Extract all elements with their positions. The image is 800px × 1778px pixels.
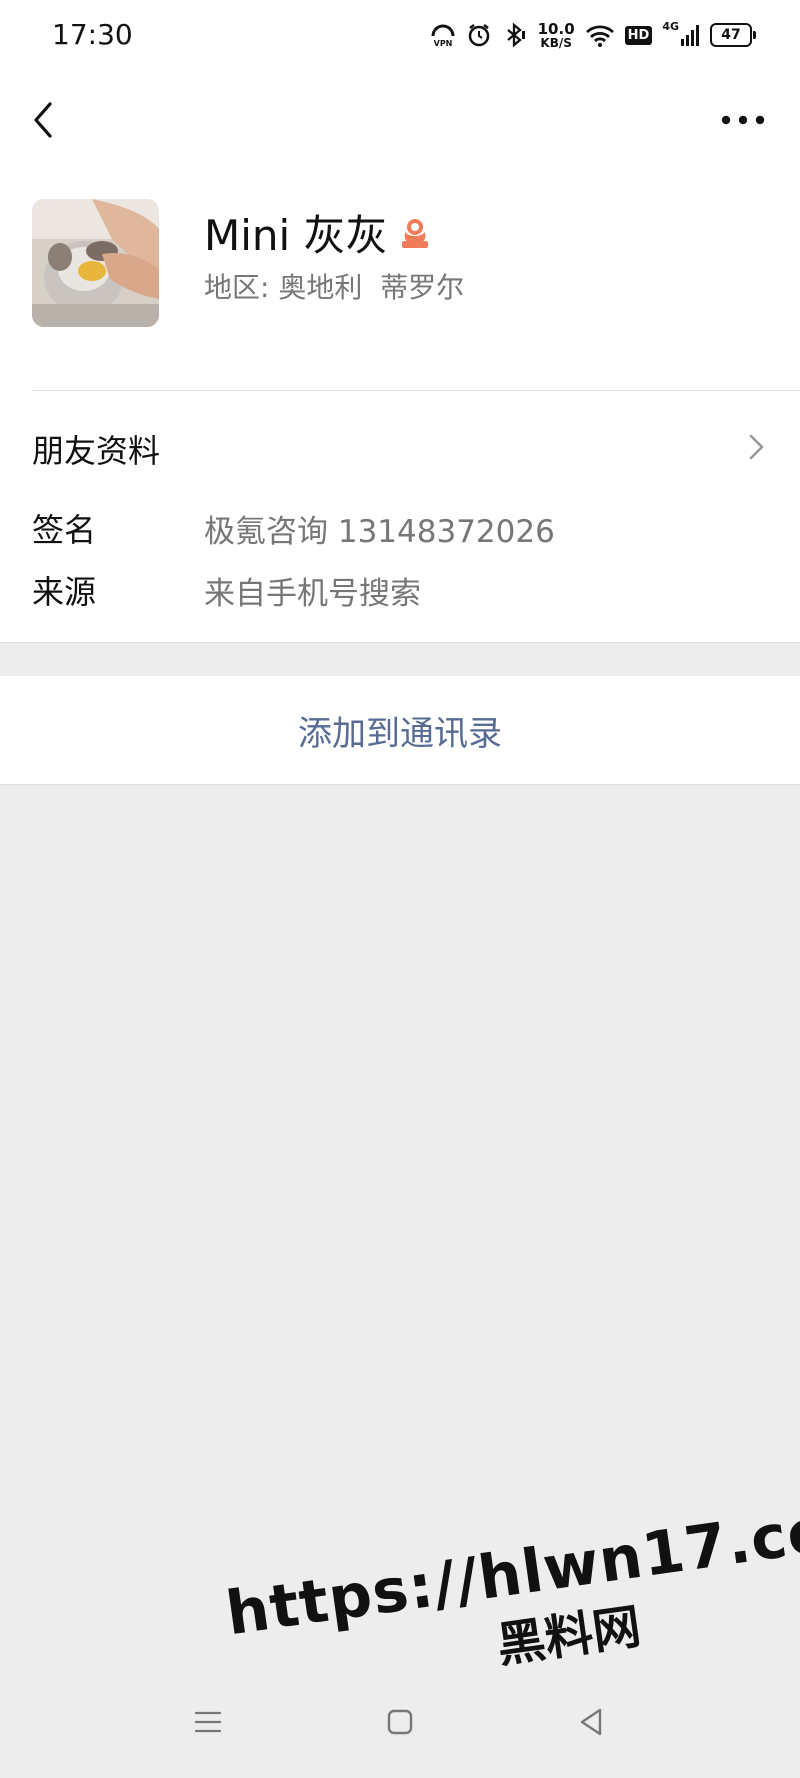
- signature-value: 极氪咨询 13148372026: [204, 514, 555, 550]
- wifi-icon: [585, 20, 615, 50]
- chevron-left-icon: [34, 102, 52, 138]
- home-button[interactable]: [380, 1702, 420, 1742]
- more-dots-icon: [721, 115, 765, 125]
- add-to-contacts-label: 添加到通讯录: [298, 713, 502, 754]
- status-icons: VPN 10.0 KB/S HD 4G 47: [430, 20, 756, 50]
- hd-label: HD: [624, 25, 653, 45]
- network-speed-unit: KB/S: [540, 35, 572, 50]
- system-nav-bar: [0, 1690, 800, 1760]
- back-button[interactable]: [24, 98, 68, 142]
- network-speed-value: 10.0: [537, 19, 575, 38]
- top-nav-bar: [0, 80, 800, 160]
- battery-indicator: 47: [710, 23, 756, 47]
- source-value: 来自手机号搜索: [204, 576, 421, 612]
- add-to-contacts-button[interactable]: 添加到通讯录: [0, 676, 800, 785]
- hd-icon: HD: [624, 20, 653, 50]
- menu-icon: [194, 1711, 222, 1733]
- watermark: https://hlwn17.com 黑料网: [222, 1487, 800, 1713]
- header-divider: [32, 390, 800, 391]
- friend-info-label: 朋友资料: [32, 432, 161, 470]
- avatar[interactable]: [32, 199, 159, 327]
- chevron-right-icon: [749, 434, 764, 460]
- network-speed: 10.0 KB/S: [538, 20, 575, 50]
- svg-text:VPN: VPN: [433, 39, 452, 48]
- back-nav-button[interactable]: [572, 1702, 612, 1742]
- home-icon: [387, 1709, 413, 1735]
- signature-label: 签名: [32, 511, 97, 549]
- more-button[interactable]: [718, 110, 768, 130]
- female-user-icon: [401, 218, 428, 248]
- source-label: 来源: [32, 573, 97, 611]
- menu-button[interactable]: [188, 1702, 228, 1742]
- status-bar: 17:30 VPN 10.0 KB/S HD 4G 47: [0, 0, 800, 70]
- alarm-icon: [466, 20, 492, 50]
- profile-name-row: Mini 灰灰: [204, 202, 432, 263]
- bluetooth-icon: [502, 20, 528, 50]
- avatar-image: [32, 199, 159, 327]
- back-triangle-icon: [580, 1708, 602, 1736]
- status-time: 17:30: [52, 18, 133, 51]
- vpn-icon: VPN: [430, 20, 456, 50]
- network-type-label: 4G: [662, 20, 679, 33]
- profile-name: Mini 灰灰: [204, 211, 388, 260]
- profile-region: 地区: 奥地利 蒂罗尔: [204, 271, 465, 304]
- section-divider: [0, 642, 800, 643]
- 4g-signal-icon: 4G: [662, 20, 700, 50]
